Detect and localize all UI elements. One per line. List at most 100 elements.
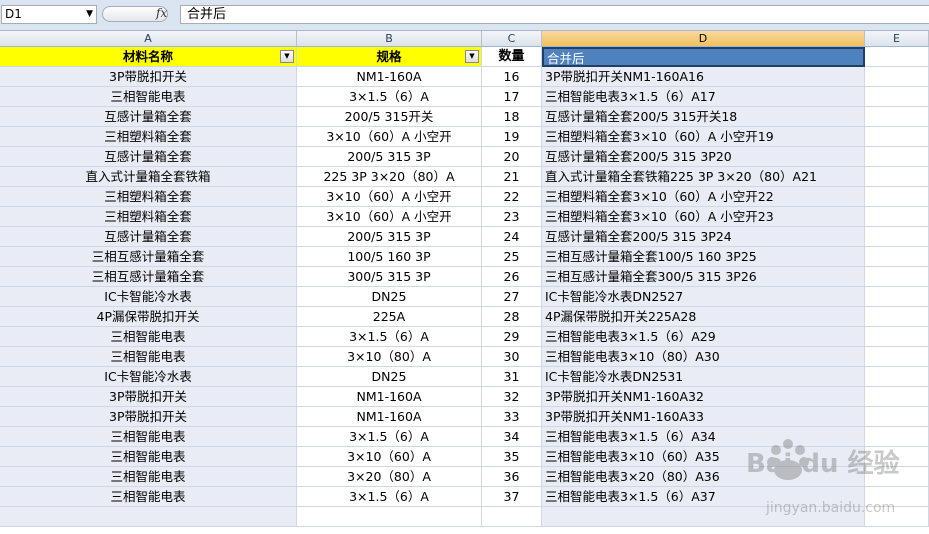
cell-merged[interactable]: 互感计量箱全套200/5 315 3P20 bbox=[542, 147, 865, 167]
cell-merged[interactable]: 三相智能电表3×1.5（6）A29 bbox=[542, 327, 865, 347]
cell-material[interactable] bbox=[0, 507, 297, 527]
cell-header-qty[interactable]: 数量 bbox=[482, 47, 542, 67]
cell-merged[interactable]: 4P漏保带脱扣开关225A28 bbox=[542, 307, 865, 327]
chevron-down-icon[interactable]: ▼ bbox=[86, 6, 93, 23]
cell-qty[interactable]: 27 bbox=[482, 287, 542, 307]
cell-spec[interactable]: 225 3P 3×20（80）A bbox=[297, 167, 482, 187]
column-header-b[interactable]: B bbox=[297, 31, 482, 47]
cell-qty[interactable]: 26 bbox=[482, 267, 542, 287]
cell-merged[interactable]: 三相塑料箱全套3×10（60）A 小空开19 bbox=[542, 127, 865, 147]
cell-e[interactable] bbox=[865, 267, 929, 287]
cell-merged[interactable]: 互感计量箱全套200/5 315 3P24 bbox=[542, 227, 865, 247]
formula-input[interactable]: 合并后 bbox=[180, 5, 929, 24]
cell-e[interactable] bbox=[865, 287, 929, 307]
cell-merged[interactable]: 3P带脱扣开关NM1-160A32 bbox=[542, 387, 865, 407]
cell-material[interactable]: 三相塑料箱全套 bbox=[0, 207, 297, 227]
cell-spec[interactable]: 3×10（60）A bbox=[297, 447, 482, 467]
cell-material[interactable]: 三相塑料箱全套 bbox=[0, 187, 297, 207]
name-box[interactable]: D1 ▼ bbox=[1, 5, 97, 24]
cell-material[interactable]: 三相互感计量箱全套 bbox=[0, 247, 297, 267]
cell-e[interactable] bbox=[865, 187, 929, 207]
cell-material[interactable]: 3P带脱扣开关 bbox=[0, 67, 297, 87]
cell-material[interactable]: 三相智能电表 bbox=[0, 467, 297, 487]
cell-merged[interactable]: 三相塑料箱全套3×10（60）A 小空开22 bbox=[542, 187, 865, 207]
cell-material[interactable]: 三相智能电表 bbox=[0, 427, 297, 447]
cell-material[interactable]: 3P带脱扣开关 bbox=[0, 387, 297, 407]
cell-spec[interactable]: NM1-160A bbox=[297, 387, 482, 407]
insert-function-icon[interactable]: fx bbox=[156, 6, 167, 20]
cell-qty[interactable]: 25 bbox=[482, 247, 542, 267]
cell-material[interactable]: 互感计量箱全套 bbox=[0, 227, 297, 247]
cell-e[interactable] bbox=[865, 367, 929, 387]
cell-spec[interactable]: 3×10（60）A 小空开 bbox=[297, 187, 482, 207]
column-header-d[interactable]: D bbox=[542, 31, 865, 47]
cell-spec[interactable]: 3×10（60）A 小空开 bbox=[297, 127, 482, 147]
cell-e[interactable] bbox=[865, 327, 929, 347]
cell-spec[interactable]: 3×10（60）A 小空开 bbox=[297, 207, 482, 227]
cell-qty[interactable]: 36 bbox=[482, 467, 542, 487]
cell-spec[interactable]: 3×10（80）A bbox=[297, 347, 482, 367]
cell-spec[interactable]: 300/5 315 3P bbox=[297, 267, 482, 287]
cell-qty[interactable]: 23 bbox=[482, 207, 542, 227]
cell-qty[interactable]: 20 bbox=[482, 147, 542, 167]
cell-header-spec[interactable]: 规格 ▼ bbox=[297, 47, 482, 67]
column-header-e[interactable]: E bbox=[865, 31, 929, 47]
cell-qty[interactable]: 17 bbox=[482, 87, 542, 107]
cell-merged[interactable]: 三相互感计量箱全套300/5 315 3P26 bbox=[542, 267, 865, 287]
cell-spec[interactable]: NM1-160A bbox=[297, 407, 482, 427]
cell-spec[interactable]: 3×1.5（6）A bbox=[297, 427, 482, 447]
cell-e[interactable] bbox=[865, 87, 929, 107]
cell-spec[interactable]: 3×1.5（6）A bbox=[297, 87, 482, 107]
cell-e[interactable] bbox=[865, 127, 929, 147]
cell-spec[interactable]: 3×1.5（6）A bbox=[297, 487, 482, 507]
cell-qty[interactable]: 19 bbox=[482, 127, 542, 147]
cell-qty[interactable]: 18 bbox=[482, 107, 542, 127]
column-header-c[interactable]: C bbox=[482, 31, 542, 47]
cell-e[interactable] bbox=[865, 247, 929, 267]
cell-qty[interactable]: 22 bbox=[482, 187, 542, 207]
cell-merged[interactable]: 三相互感计量箱全套100/5 160 3P25 bbox=[542, 247, 865, 267]
cell-e[interactable] bbox=[865, 307, 929, 327]
cell-merged[interactable]: 互感计量箱全套200/5 315开关18 bbox=[542, 107, 865, 127]
cell-material[interactable]: 3P带脱扣开关 bbox=[0, 407, 297, 427]
cell-qty[interactable]: 31 bbox=[482, 367, 542, 387]
cell-material[interactable]: 三相智能电表 bbox=[0, 347, 297, 367]
cell-header-merged[interactable]: 合并后 bbox=[542, 47, 865, 67]
cell-merged[interactable]: IC卡智能冷水表DN2531 bbox=[542, 367, 865, 387]
cell-e[interactable] bbox=[865, 407, 929, 427]
cell-material[interactable]: IC卡智能冷水表 bbox=[0, 367, 297, 387]
cell-qty[interactable]: 32 bbox=[482, 387, 542, 407]
cell-e[interactable] bbox=[865, 387, 929, 407]
cell-material[interactable]: 三相塑料箱全套 bbox=[0, 127, 297, 147]
cell-qty[interactable]: 24 bbox=[482, 227, 542, 247]
column-header-a[interactable]: A bbox=[0, 31, 297, 47]
cell-qty[interactable]: 35 bbox=[482, 447, 542, 467]
cell-header-material[interactable]: 材料名称 ▼ bbox=[0, 47, 297, 67]
cell-spec[interactable]: 3×20（80）A bbox=[297, 467, 482, 487]
cell-material[interactable]: 互感计量箱全套 bbox=[0, 107, 297, 127]
cell-qty[interactable]: 30 bbox=[482, 347, 542, 367]
cell-merged[interactable]: IC卡智能冷水表DN2527 bbox=[542, 287, 865, 307]
cell-material[interactable]: 三相智能电表 bbox=[0, 447, 297, 467]
cell-merged[interactable]: 三相智能电表3×1.5（6）A17 bbox=[542, 87, 865, 107]
cell-qty[interactable]: 33 bbox=[482, 407, 542, 427]
cell-material[interactable]: IC卡智能冷水表 bbox=[0, 287, 297, 307]
cell-qty[interactable]: 34 bbox=[482, 427, 542, 447]
cell-e[interactable] bbox=[865, 167, 929, 187]
cell-merged[interactable]: 直入式计量箱全套铁箱225 3P 3×20（80）A21 bbox=[542, 167, 865, 187]
cell-spec[interactable]: 200/5 315开关 bbox=[297, 107, 482, 127]
cell-e[interactable] bbox=[865, 347, 929, 367]
cell-spec[interactable]: DN25 bbox=[297, 367, 482, 387]
cell-material[interactable]: 三相智能电表 bbox=[0, 87, 297, 107]
cell-qty[interactable]: 37 bbox=[482, 487, 542, 507]
cell-material[interactable]: 三相智能电表 bbox=[0, 487, 297, 507]
cell-qty[interactable] bbox=[482, 507, 542, 527]
cell-material[interactable]: 三相互感计量箱全套 bbox=[0, 267, 297, 287]
cell-qty[interactable]: 28 bbox=[482, 307, 542, 327]
cell-e[interactable] bbox=[865, 147, 929, 167]
cell-material[interactable]: 直入式计量箱全套铁箱 bbox=[0, 167, 297, 187]
cell-spec[interactable]: 3×1.5（6）A bbox=[297, 327, 482, 347]
cell-spec[interactable]: DN25 bbox=[297, 287, 482, 307]
filter-dropdown-icon[interactable]: ▼ bbox=[465, 50, 479, 63]
cell-e[interactable] bbox=[865, 227, 929, 247]
